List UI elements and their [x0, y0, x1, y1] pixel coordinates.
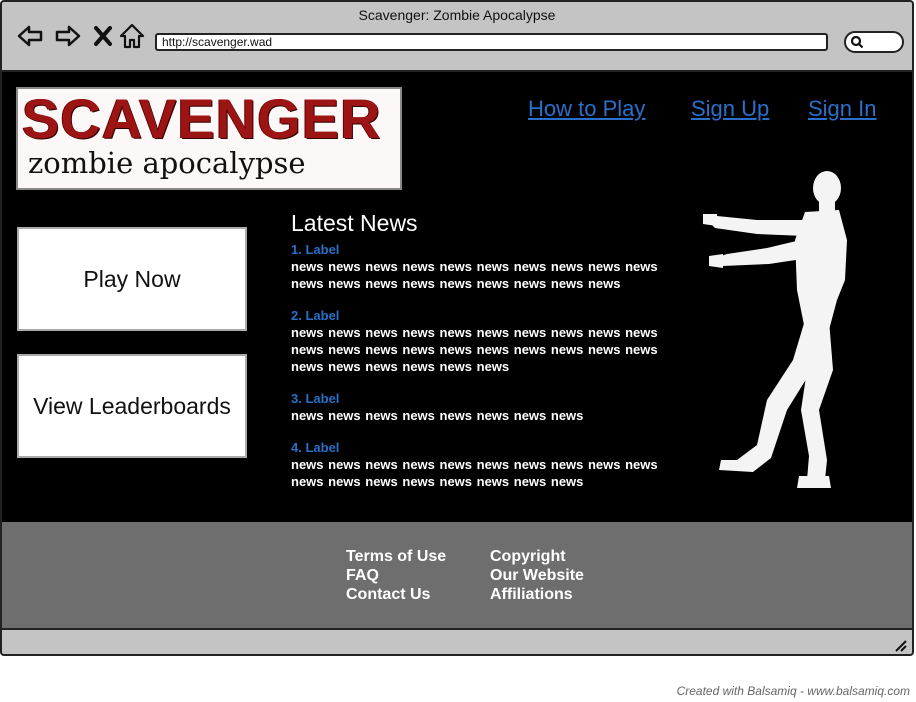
news-item-label[interactable]: 4. Label [291, 440, 681, 456]
footer-affiliations-link[interactable]: Affiliations [490, 585, 584, 604]
news-item: 2. Label news news news news news news n… [291, 308, 681, 375]
footer-copyright-link[interactable]: Copyright [490, 547, 584, 566]
news-item: 3. Label news news news news news news n… [291, 391, 681, 424]
news-item-label[interactable]: 1. Label [291, 242, 681, 258]
news-item-label[interactable]: 2. Label [291, 308, 681, 324]
footer-links-column: Terms of Use FAQ Contact Us [346, 547, 446, 604]
footer-contact-link[interactable]: Contact Us [346, 585, 446, 604]
logo-title: SCAVENGER [22, 87, 382, 150]
search-icon [850, 35, 864, 49]
browser-search-field[interactable] [844, 31, 904, 53]
home-icon[interactable] [118, 22, 146, 50]
news-item-text: news news news news news news news news [291, 408, 584, 423]
news-section: Latest News 1. Label news news news news… [291, 210, 681, 506]
nav-sign-up-link[interactable]: Sign Up [691, 96, 769, 122]
back-arrow-icon[interactable] [16, 22, 44, 50]
play-now-button[interactable]: Play Now [17, 227, 247, 331]
browser-window: Scavenger: Zombie Apocalypse http://scav… [0, 0, 914, 656]
news-item-text: news news news news news news news news … [291, 259, 658, 291]
zombie-silhouette-image [703, 171, 847, 488]
browser-titlebar: Scavenger: Zombie Apocalypse http://scav… [2, 2, 912, 72]
balsamiq-credit: Created with Balsamiq - www.balsamiq.com [676, 684, 910, 698]
news-item: 4. Label news news news news news news n… [291, 440, 681, 490]
news-heading: Latest News [291, 210, 418, 236]
footer: Terms of Use FAQ Contact Us Copyright Ou… [2, 522, 912, 628]
nav-how-to-play-link[interactable]: How to Play [528, 96, 645, 122]
resize-grip-icon[interactable] [892, 637, 908, 653]
news-item-text: news news news news news news news news … [291, 457, 658, 489]
site-logo[interactable]: SCAVENGER zombie apocalypse [16, 87, 402, 190]
news-item-text: news news news news news news news news … [291, 325, 658, 374]
browser-statusbar [2, 628, 912, 654]
view-leaderboards-button[interactable]: View Leaderboards [17, 354, 247, 458]
footer-terms-link[interactable]: Terms of Use [346, 547, 446, 566]
news-item-label[interactable]: 3. Label [291, 391, 681, 407]
forward-arrow-icon[interactable] [54, 22, 82, 50]
window-title: Scavenger: Zombie Apocalypse [358, 7, 556, 23]
logo-subtitle: zombie apocalypse [28, 146, 306, 180]
news-item: 1. Label news news news news news news n… [291, 242, 681, 292]
nav-sign-in-link[interactable]: Sign In [808, 96, 877, 122]
footer-website-link[interactable]: Our Website [490, 566, 584, 585]
url-field[interactable]: http://scavenger.wad [155, 33, 828, 51]
close-x-icon[interactable] [89, 22, 117, 50]
page-content: SCAVENGER zombie apocalypse How to Play … [2, 72, 912, 522]
footer-links-column: Copyright Our Website Affiliations [490, 547, 584, 604]
footer-faq-link[interactable]: FAQ [346, 566, 446, 585]
